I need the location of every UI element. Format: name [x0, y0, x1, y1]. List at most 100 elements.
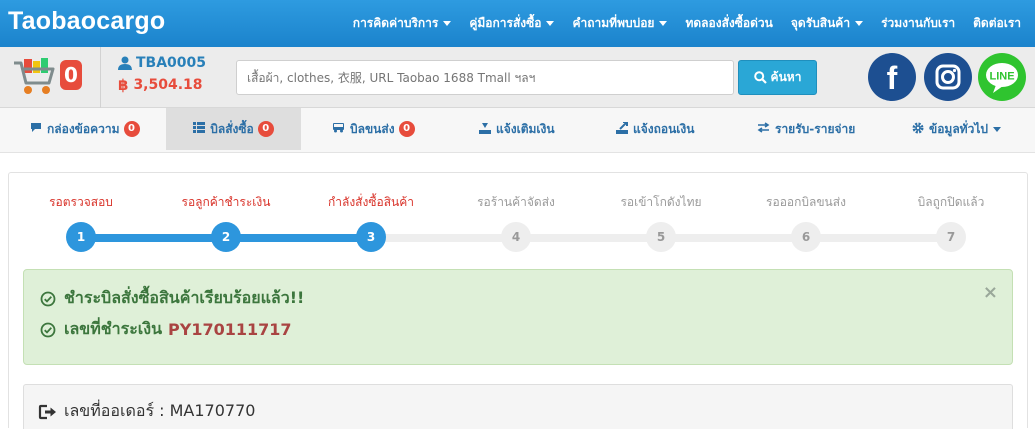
step-number: 4: [501, 222, 531, 252]
truck-icon: [332, 122, 345, 136]
close-icon[interactable]: ×: [983, 282, 998, 303]
topnav-item-label: คำถามที่พบบ่อย: [572, 16, 655, 30]
tab-label: รายรับ-รายจ่าย: [775, 121, 856, 136]
caret-down-icon: [546, 21, 555, 26]
progress-step: รอตรวจสอบ 1: [8, 173, 154, 252]
tab-item[interactable]: บิลสั่งซื้อ 0: [166, 108, 301, 150]
instagram-icon[interactable]: [924, 53, 972, 101]
sign-out-icon: [38, 404, 56, 419]
count-badge: 0: [123, 121, 140, 137]
topnav-item[interactable]: การคิดค่าบริการ: [353, 14, 452, 33]
count-badge: 0: [257, 121, 274, 137]
svg-text:LINE: LINE: [989, 71, 1014, 83]
header-bar: 0 TBA0005 ฿ 3,504.18 ค้นหา f LINE: [0, 47, 1035, 108]
progress-step: รอเข้าโกดังไทย 5: [588, 173, 734, 252]
tab-label: แจ้งถอนเงิน: [633, 121, 695, 136]
list-icon: [193, 122, 206, 136]
check-circle-icon: [40, 322, 56, 337]
tab-item[interactable]: กล่องข้อความ 0: [30, 108, 140, 150]
tab-label: บิลขนส่ง: [350, 121, 395, 136]
topnav-item[interactable]: คู่มือการสั่งซื้อ: [469, 14, 555, 33]
order-panel: รอตรวจสอบ 1 รอลูกค้าชำระเงิน 2 กำลังสั่งซื้อ…: [8, 172, 1029, 429]
user-id: TBA0005: [136, 55, 207, 71]
tab-label: แจ้งเติมเงิน: [496, 121, 555, 136]
topnav-item-label: การคิดค่าบริการ: [352, 16, 439, 30]
topnav-item[interactable]: ติดต่อเรา: [973, 14, 1021, 33]
search-button-label: ค้นหา: [770, 70, 802, 84]
step-label: รอลูกค้าชำระเงิน: [181, 195, 271, 209]
step-label: รอเข้าโกดังไทย: [620, 195, 702, 209]
tab-item[interactable]: บิลขนส่ง 0: [332, 108, 415, 150]
progress-step: บิลถูกปิดแล้ว 7: [878, 173, 1024, 252]
alert-line-paid: ชำระบิลสั่งซื้อสินค้าเรียบร้อยแล้ว!!: [40, 286, 304, 311]
caret-down-icon: [855, 21, 864, 26]
order-number: เลขที่ออเดอร์ : MA170770: [64, 401, 256, 420]
site-logo[interactable]: Taobaocargo: [8, 7, 165, 36]
cart-icon[interactable]: [12, 57, 56, 97]
topnav-item-label: ร่วมงานกับเรา: [881, 16, 956, 30]
user-icon: [118, 56, 132, 70]
step-label: บิลถูกปิดแล้ว: [917, 195, 985, 209]
step-number: 3: [356, 222, 386, 252]
topnav-item-label: ติดต่อเรา: [973, 16, 1021, 30]
withdraw-icon: [616, 120, 628, 137]
payment-number: PY170111717: [168, 320, 292, 339]
tab-label: บิลสั่งซื้อ: [210, 121, 254, 136]
tab-item[interactable]: ข้อมูลทั่วไป: [912, 108, 1001, 150]
search-input[interactable]: [236, 60, 734, 95]
step-number: 7: [936, 222, 966, 252]
tab-label: กล่องข้อความ: [47, 121, 120, 136]
progress-step: รอร้านค้าจัดส่ง 4: [443, 173, 589, 252]
step-number: 5: [646, 222, 676, 252]
step-number: 6: [791, 222, 821, 252]
line-icon[interactable]: LINE: [978, 53, 1026, 101]
step-number: 2: [211, 222, 241, 252]
alert-message: ชำระบิลสั่งซื้อสินค้าเรียบร้อยแล้ว!!: [64, 288, 305, 307]
count-badge: 0: [398, 121, 415, 137]
header-divider: [100, 47, 101, 108]
success-alert: ชำระบิลสั่งซื้อสินค้าเรียบร้อยแล้ว!! เลข…: [23, 269, 1013, 365]
step-label: รอออกบิลขนส่ง: [766, 195, 846, 209]
topnav-item[interactable]: คำถามที่พบบ่อย: [572, 14, 668, 33]
payment-label: เลขที่ชำระเงิน: [64, 319, 163, 338]
search-icon: [753, 71, 767, 84]
topnav-item-label: คู่มือการสั่งซื้อ: [469, 16, 542, 30]
exchange-icon: [757, 122, 770, 136]
search-button[interactable]: ค้นหา: [738, 60, 817, 95]
caret-down-icon: [992, 126, 1001, 132]
progress-step: รอลูกค้าชำระเงิน 2: [153, 173, 299, 252]
top-navbar: Taobaocargo การคิดค่าบริการ คู่มือการสั่ง…: [0, 0, 1035, 47]
topnav-item-label: ทดลองสั่งซื้อด่วน: [685, 16, 773, 30]
topnav-item[interactable]: จุดรับสินค้า: [790, 14, 864, 33]
caret-down-icon: [443, 21, 452, 26]
progress-step: กำลังสั่งซื้อสินค้า 3: [298, 173, 444, 252]
deposit-icon: [479, 122, 491, 137]
svg-text:f: f: [887, 60, 898, 96]
tab-label: ข้อมูลทั่วไป: [929, 121, 988, 136]
order-header: เลขที่ออเดอร์ : MA170770: [23, 384, 1013, 429]
cart-count-badge[interactable]: 0: [60, 60, 82, 90]
alert-line-payment: เลขที่ชำระเงิน PY170111717: [40, 317, 292, 342]
step-label: กำลังสั่งซื้อสินค้า: [327, 195, 415, 209]
top-nav-menu: การคิดค่าบริการ คู่มือการสั่งซื้อ คำถามที่…: [335, 0, 1021, 47]
tab-item[interactable]: รายรับ-รายจ่าย: [757, 108, 855, 150]
user-balance: 3,504.18: [133, 77, 203, 93]
order-title: เลขที่ออเดอร์ : MA170770: [38, 399, 255, 424]
topnav-item[interactable]: ร่วมงานกับเรา: [881, 14, 955, 33]
gear-icon: [912, 122, 924, 137]
facebook-icon[interactable]: f: [868, 53, 916, 101]
account-tabs: กล่องข้อความ 0 บิลสั่งซื้อ 0 บิลขนส่ง 0 แจ้งเต…: [0, 108, 1035, 153]
check-circle-icon: [40, 291, 56, 306]
step-label: รอร้านค้าจัดส่ง: [477, 195, 555, 209]
progress-step: รอออกบิลขนส่ง 6: [733, 173, 879, 252]
caret-down-icon: [659, 21, 668, 26]
chat-icon: [30, 122, 42, 136]
baht-icon: ฿: [118, 76, 129, 94]
user-info[interactable]: TBA0005 ฿ 3,504.18: [118, 55, 206, 94]
tab-item[interactable]: แจ้งเติมเงิน: [479, 108, 555, 150]
tab-item[interactable]: แจ้งถอนเงิน: [616, 108, 694, 150]
topnav-item-label: จุดรับสินค้า: [790, 16, 851, 30]
topnav-item[interactable]: ทดลองสั่งซื้อด่วน: [685, 14, 772, 33]
order-progress: รอตรวจสอบ 1 รอลูกค้าชำระเงิน 2 กำลังสั่งซื้อ…: [9, 173, 1029, 263]
step-number: 1: [66, 222, 96, 252]
